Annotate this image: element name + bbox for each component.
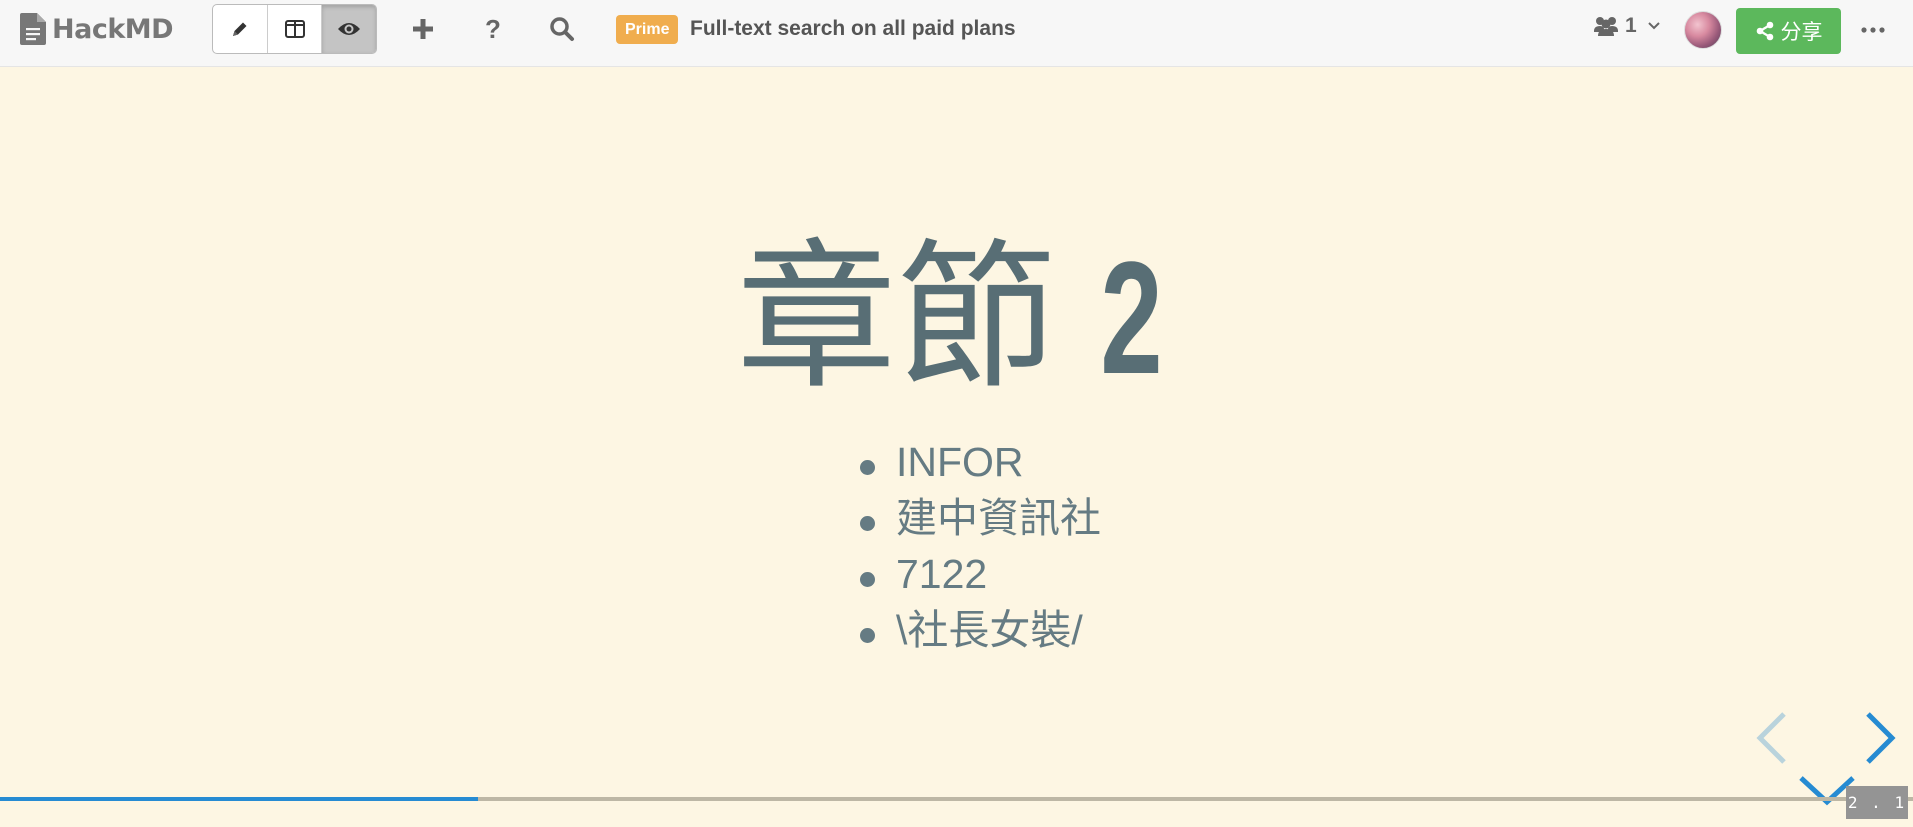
new-note-button[interactable] <box>406 12 440 46</box>
pencil-icon <box>232 22 247 36</box>
more-menu-button[interactable] <box>1858 18 1888 42</box>
online-count: 1 <box>1625 14 1637 37</box>
prime-promo-link[interactable]: Full-text search on all paid plans <box>690 17 1016 41</box>
list-item: 建中資訊社 <box>858 498 1101 554</box>
users-icon <box>1594 17 1618 36</box>
both-mode-button[interactable] <box>268 5 323 53</box>
slide-progress-fill <box>0 797 479 801</box>
chevron-down-icon <box>1647 22 1660 30</box>
prev-slide-control[interactable] <box>1754 710 1790 771</box>
search-button[interactable] <box>545 12 579 46</box>
brand-name: HackMD <box>52 13 174 45</box>
plus-icon <box>413 19 433 39</box>
brand-logo[interactable]: HackMD <box>20 13 174 45</box>
question-icon: ? <box>485 13 501 44</box>
next-slide-control[interactable] <box>1862 710 1898 771</box>
slide-bullet-list: INFOR 建中資訊社 7122 \社長女裝/ <box>858 442 1101 666</box>
slide-title-number: 2 <box>1100 228 1164 407</box>
prime-badge[interactable]: Prime <box>616 15 679 44</box>
eye-icon <box>338 23 361 35</box>
view-mode-group <box>212 4 377 54</box>
list-item: 7122 <box>858 554 1101 610</box>
list-item: \社長女裝/ <box>858 610 1101 666</box>
slide-title-text: 章節 <box>736 224 1057 411</box>
user-avatar[interactable] <box>1684 11 1722 49</box>
chevron-right-icon <box>1866 712 1896 764</box>
slide-progress-bar <box>0 797 1913 801</box>
online-users-dropdown[interactable]: 1 <box>1593 14 1661 38</box>
top-navbar: HackMD ? Prime Full-text search on all p… <box>0 0 1913 67</box>
chevron-left-icon <box>1756 712 1786 764</box>
search-icon <box>550 17 574 41</box>
share-icon <box>1756 21 1773 41</box>
share-button[interactable]: 分享 <box>1736 8 1841 54</box>
slide-title: 章節 2 <box>0 238 1913 398</box>
help-button[interactable]: ? <box>476 12 510 46</box>
share-label: 分享 <box>1780 21 1823 44</box>
document-icon <box>20 13 46 45</box>
ellipsis-icon <box>1861 27 1885 33</box>
list-item: INFOR <box>858 442 1101 498</box>
edit-mode-button[interactable] <box>213 5 268 53</box>
slide-number: 2 . 1 <box>1846 786 1908 819</box>
view-mode-button[interactable] <box>322 5 376 53</box>
columns-icon <box>284 20 305 38</box>
